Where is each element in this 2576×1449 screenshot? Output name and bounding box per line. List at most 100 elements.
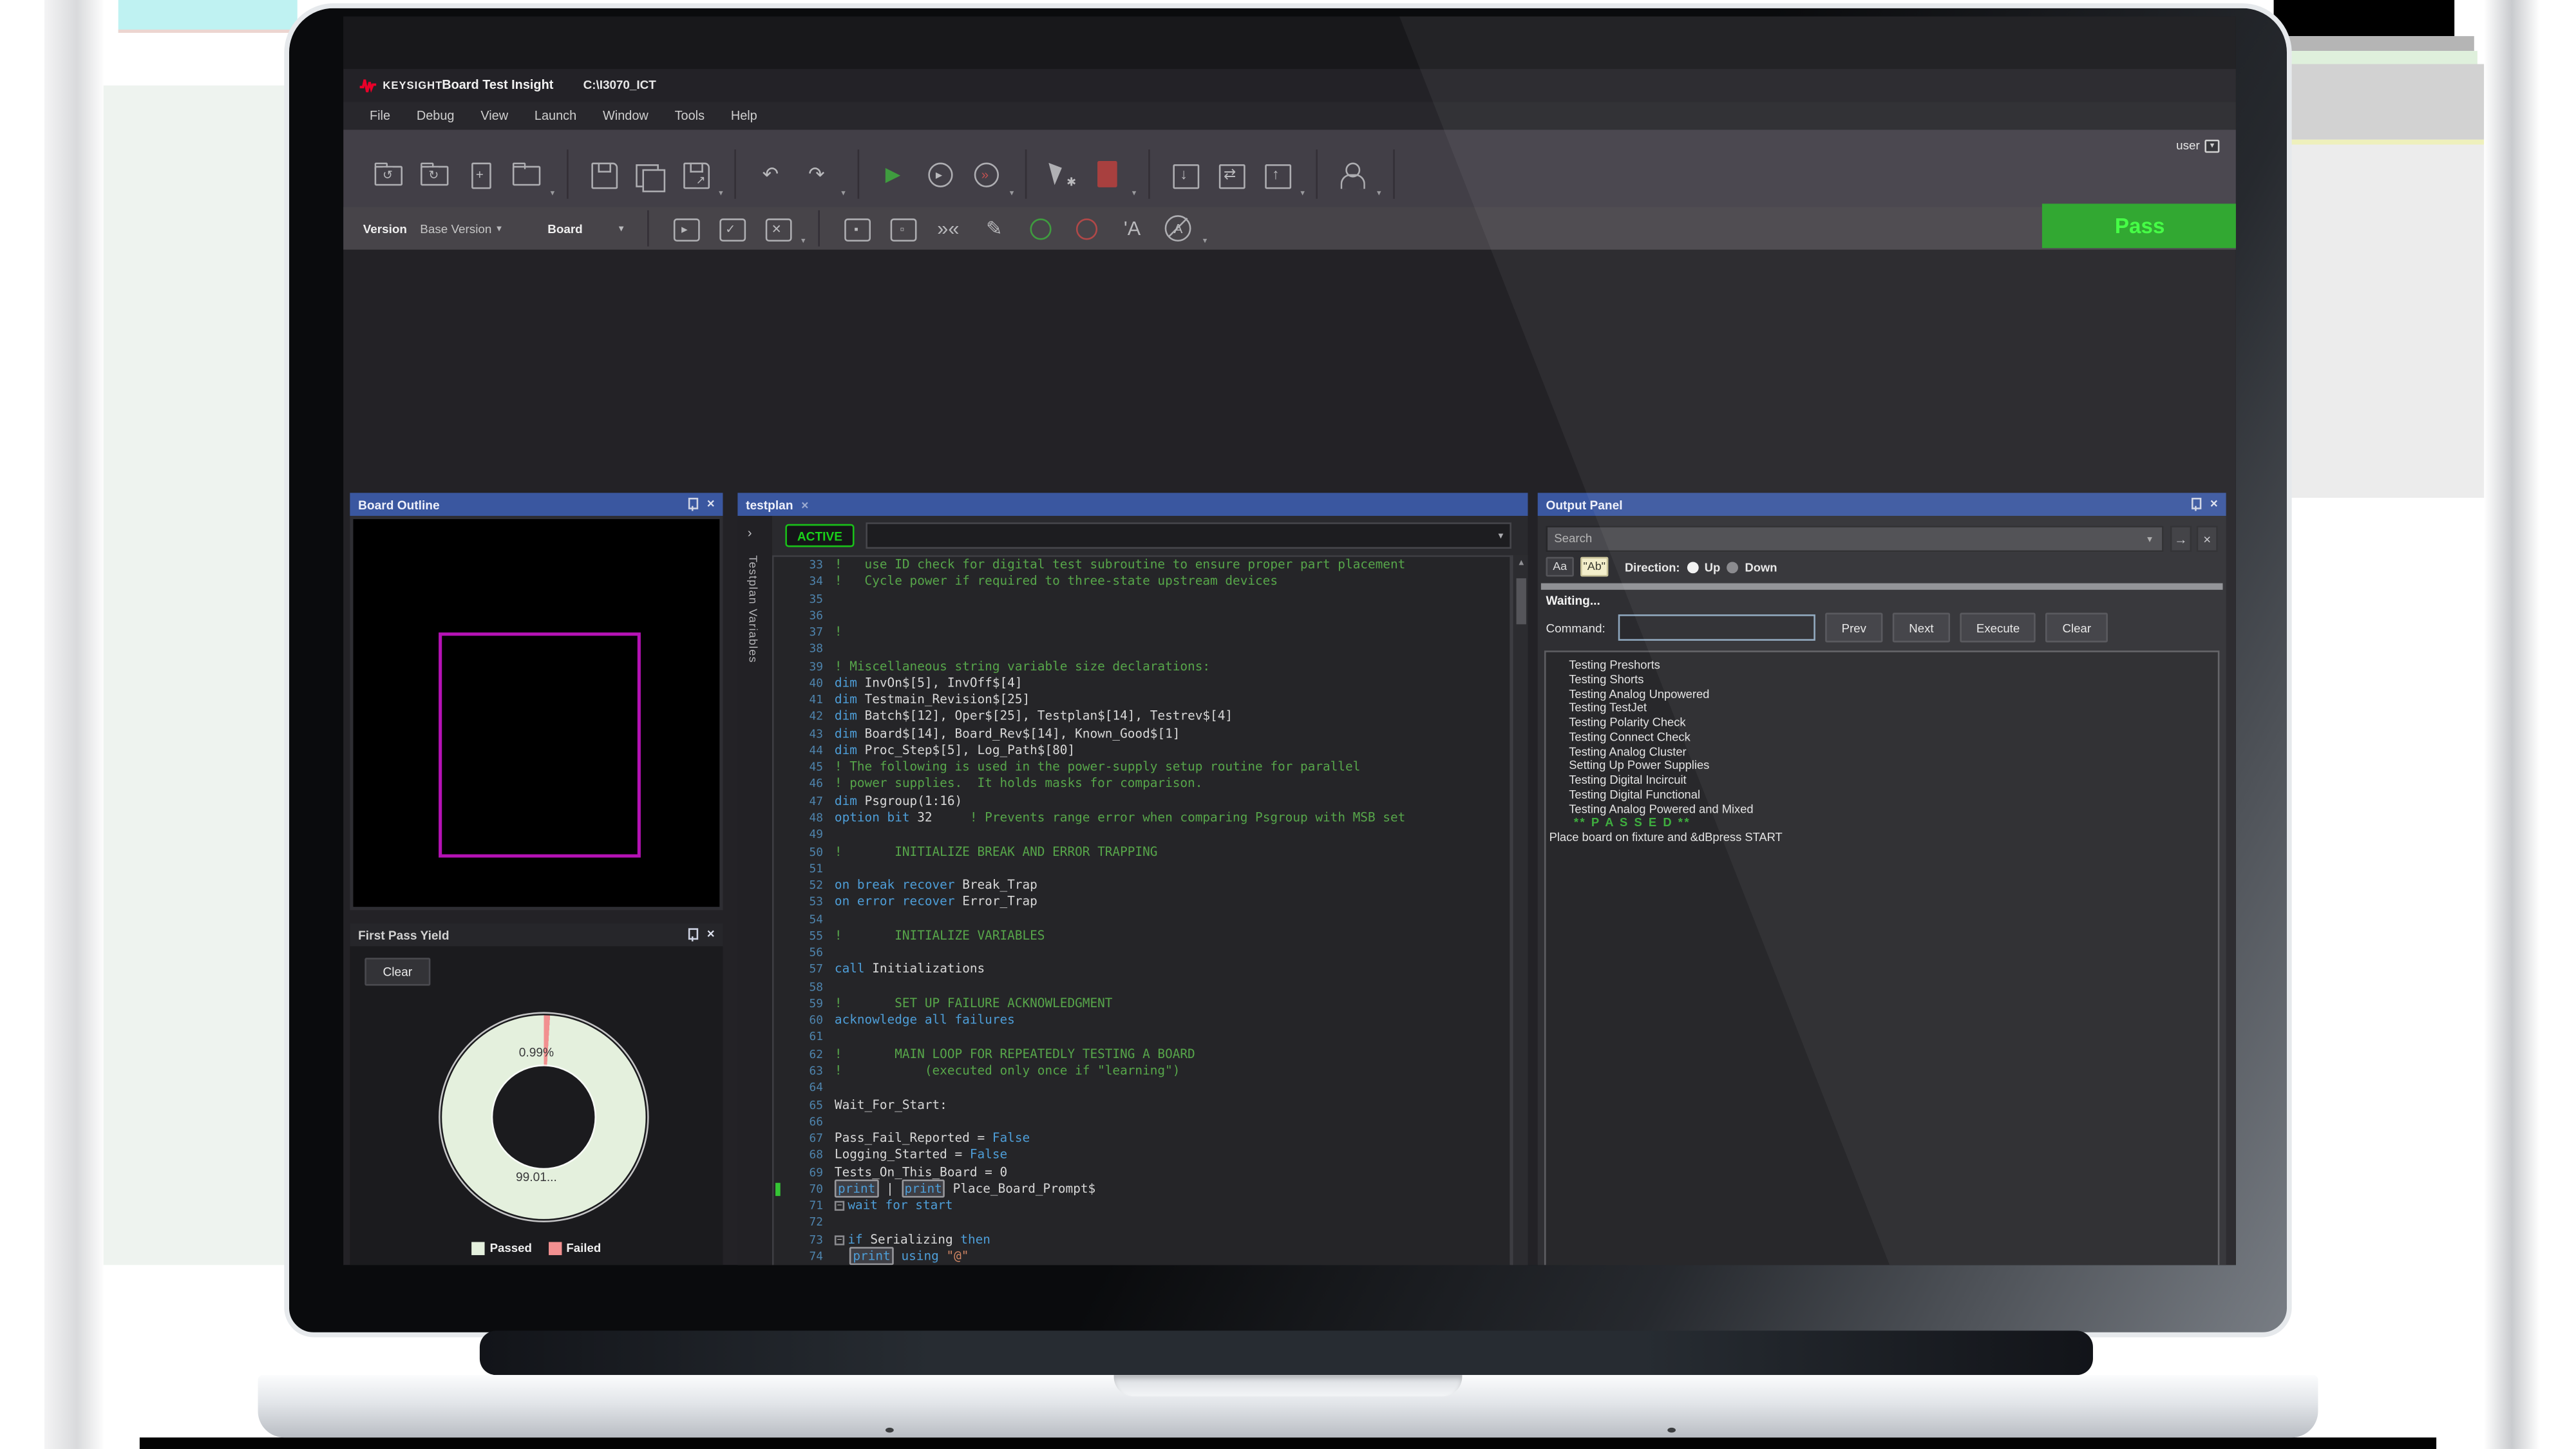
code-line-38[interactable]: 38 [774,641,1510,658]
match-word-button[interactable]: "Ab" [1580,557,1608,577]
run-to-breakpoint-icon[interactable]: » [969,158,1001,191]
board-outline-canvas[interactable] [353,519,719,907]
code-line-72[interactable]: 72 [774,1215,1510,1231]
code-line-67[interactable]: 67Pass_Fail_Reported = False [774,1130,1510,1147]
group-overflow-icon[interactable]: ▾ [1132,189,1136,198]
search-history-chevron-icon[interactable]: ▾ [2147,534,2152,545]
group-overflow-icon[interactable]: ▾ [841,189,845,198]
code-line-51[interactable]: 51 [774,860,1510,877]
check-in-icon[interactable]: ↓ [1168,158,1200,191]
menu-item-debug[interactable]: Debug [403,108,467,123]
group-overflow-icon[interactable]: ▾ [1377,189,1381,198]
code-line-64[interactable]: 64 [774,1080,1510,1097]
code-line-74[interactable]: 74 print using "@" [774,1248,1510,1265]
menu-item-view[interactable]: View [468,108,522,123]
menu-item-file[interactable]: File [357,108,404,123]
pin-icon[interactable] [687,928,699,941]
code-line-49[interactable]: 49 [774,827,1510,844]
open-folder-icon[interactable] [509,158,542,191]
code-line-53[interactable]: 53on error recover Error_Trap [774,895,1510,911]
code-line-39[interactable]: 39! Miscellaneous string variable size d… [774,658,1510,675]
code-line-55[interactable]: 55! INITIALIZE VARIABLES [774,928,1510,945]
scrollbar-thumb[interactable] [1517,578,1526,624]
auto-a-icon[interactable]: ʹA [1116,212,1149,245]
test-output-log[interactable]: Testing PreshortsTesting ShortsTesting A… [1544,650,2219,1265]
code-line-46[interactable]: 46! power supplies. It holds masks for c… [774,776,1510,793]
code-line-41[interactable]: 41dim Testmain_Revision$[25] [774,692,1510,708]
stop-icon[interactable] [1091,158,1124,191]
code-line-37[interactable]: 37! [774,625,1510,641]
code-line-62[interactable]: 62! MAIN LOOP FOR REPEATEDLY TESTING A B… [774,1046,1510,1063]
save-as-icon[interactable]: ↗ [677,158,710,191]
compare-icon[interactable]: ⇄ [1213,158,1246,191]
check-out-icon[interactable]: ↑ [1260,158,1293,191]
code-line-44[interactable]: 44dim Proc_Step$[5], Log_Path$[80] [774,743,1510,759]
save-all-icon[interactable] [632,158,665,191]
new-file-icon[interactable]: + [463,158,496,191]
code-line-70[interactable]: 70print | print Place_Board_Prompt$ [774,1181,1510,1198]
board-lock-icon[interactable]: ▪ [840,212,873,245]
code-line-56[interactable]: 56 [774,945,1510,961]
code-line-63[interactable]: 63! (executed only once if "learning") [774,1063,1510,1079]
save-icon[interactable] [585,158,618,191]
code-line-68[interactable]: 68Logging_Started = False [774,1147,1510,1164]
code-line-58[interactable]: 58 [774,978,1510,995]
code-line-50[interactable]: 50! INITIALIZE BREAK AND ERROR TRAPPING [774,844,1510,860]
clear-button[interactable]: Clear [2046,613,2108,643]
editor-vertical-scrollbar[interactable]: ▴ ▾ [1511,555,1528,1265]
search-go-button[interactable]: → [2170,526,2192,552]
command-input[interactable] [1618,614,1815,641]
code-line-69[interactable]: 69Tests_On_This_Board = 0 [774,1164,1510,1181]
code-editor[interactable]: 33! use ID check for digital test subrou… [772,555,1511,1265]
board-pass-icon[interactable]: ✓ [714,212,747,245]
pass-ring-icon[interactable] [1024,212,1057,245]
fold-toggle-icon[interactable]: − [835,1235,844,1244]
code-line-34[interactable]: 34! Cycle power if required to three-sta… [774,574,1510,591]
code-line-47[interactable]: 47dim Psgroup(1:16) [774,793,1510,810]
code-line-45[interactable]: 45! The following is used in the power-s… [774,759,1510,776]
code-line-66[interactable]: 66 [774,1113,1510,1130]
testplan-variables-strip[interactable]: › Testplan Variables [737,516,772,1265]
import-folder-icon[interactable]: ↻ [417,158,450,191]
code-line-52[interactable]: 52on break recover Break_Trap [774,877,1510,894]
close-icon[interactable]: × [707,498,715,511]
code-line-60[interactable]: 60acknowledge all failures [774,1012,1510,1029]
group-overflow-icon[interactable]: ▾ [551,189,554,198]
search-clear-button[interactable]: × [2197,526,2218,552]
search-input[interactable]: Search [1546,526,2163,552]
code-line-48[interactable]: 48option bit 32 ! Prevents range error w… [774,810,1510,827]
tab-close-icon[interactable]: × [801,497,808,512]
menu-item-window[interactable]: Window [590,108,662,123]
disable-a-icon[interactable]: A [1162,212,1195,245]
code-line-36[interactable]: 36 [774,607,1510,624]
board-fail-icon[interactable]: ✕ [760,212,793,245]
version-dropdown[interactable]: Base Version [420,221,491,236]
testplan-variables-tab[interactable]: Testplan Variables [746,555,757,663]
match-case-button[interactable]: Aa [1546,557,1573,577]
align-probes-icon[interactable]: »« [932,212,965,245]
undo-icon[interactable]: ↶ [754,158,787,191]
next-button[interactable]: Next [1893,613,1950,643]
close-icon[interactable]: × [707,928,715,941]
group-overflow-icon[interactable]: ▾ [1203,236,1207,246]
group-overflow-icon[interactable]: ▾ [801,236,805,246]
open-recent-folder-icon[interactable]: ↺ [372,158,404,191]
board-eject-icon[interactable]: ▫ [886,212,918,245]
pin-icon[interactable] [687,498,699,511]
debug-cursor-icon[interactable]: ✱ [1045,158,1078,191]
code-line-33[interactable]: 33! use ID check for digital test subrou… [774,557,1510,574]
direction-down-radio[interactable] [1727,561,1738,573]
code-line-73[interactable]: 73−if Serializing then [774,1231,1510,1248]
direction-up-radio[interactable] [1687,561,1698,573]
code-line-61[interactable]: 61 [774,1029,1510,1046]
board-chevron-down-icon[interactable]: ▾ [619,223,624,234]
pin-icon[interactable] [2190,498,2202,511]
user-box[interactable]: user ▾ [2176,138,2219,153]
procedure-combobox[interactable]: ▾ [866,522,1511,549]
code-line-65[interactable]: 65Wait_For_Start: [774,1097,1510,1113]
chevron-down-icon[interactable]: ▾ [497,223,502,234]
user-permissions-icon[interactable] [1336,158,1368,191]
expand-chevron-icon[interactable]: › [748,526,752,540]
menu-item-help[interactable]: Help [717,108,770,123]
menu-item-launch[interactable]: Launch [522,108,590,123]
